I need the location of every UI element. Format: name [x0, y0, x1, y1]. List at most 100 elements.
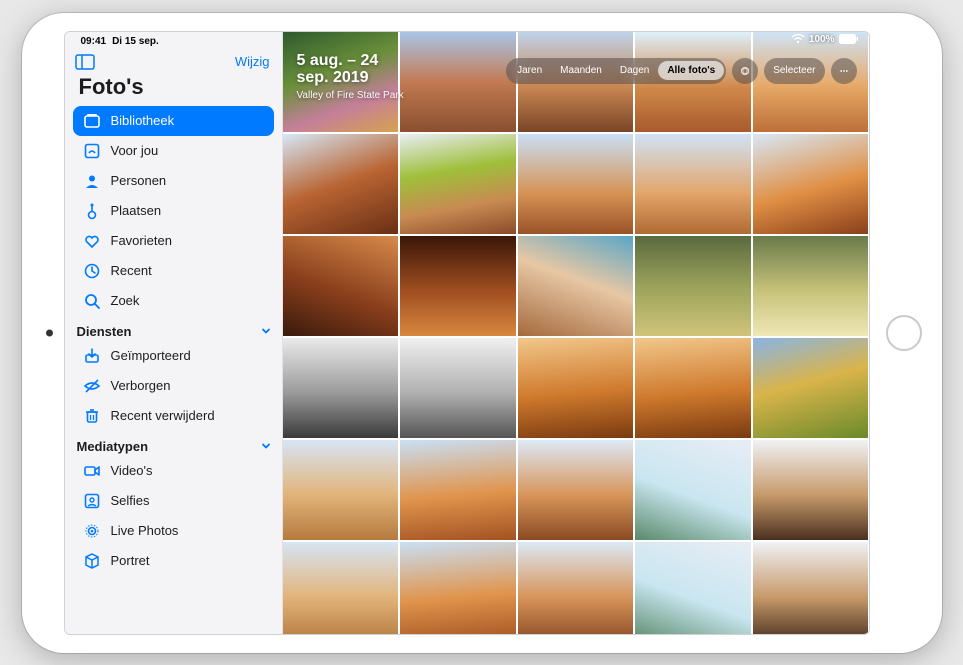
status-bar-left: 09:41 Di 15 sep.: [65, 32, 282, 50]
sidebar-item-recent-verwijderd[interactable]: Recent verwijderd: [73, 401, 274, 431]
photo-thumbnail[interactable]: [400, 338, 516, 438]
sidebar-toggle-icon: [75, 54, 95, 70]
toggle-sidebar-button[interactable]: [75, 54, 95, 70]
sidebar-item-zoek[interactable]: Zoek: [73, 286, 274, 316]
sidebar-item-favorieten[interactable]: Favorieten: [73, 226, 274, 256]
selfie-icon: [83, 492, 101, 510]
photo-thumbnail[interactable]: [753, 338, 869, 438]
heart-icon: [83, 232, 101, 250]
select-button[interactable]: Selecteer: [764, 58, 824, 84]
sidebar-item-geimporteerd[interactable]: Geïmporteerd: [73, 341, 274, 371]
sidebar-item-plaatsen[interactable]: Plaatsen: [73, 196, 274, 226]
sidebar-section-header[interactable]: Diensten: [65, 316, 282, 341]
sidebar-item-label: Voor jou: [111, 143, 159, 158]
photo-thumbnail[interactable]: [635, 236, 751, 336]
date-location-block[interactable]: 5 aug. – 24 sep. 2019 Valley of Fire Sta…: [297, 52, 407, 101]
view-segmented-control[interactable]: JarenMaandenDagenAlle foto's: [506, 58, 726, 84]
sidebar-item-label: Bibliotheek: [111, 113, 175, 128]
segment-maanden[interactable]: Maanden: [551, 61, 611, 80]
sidebar-section-list: Geïmporteerd Verborgen Recent verwijderd: [65, 341, 282, 431]
home-button[interactable]: [886, 315, 922, 351]
status-date: Di 15 sep.: [112, 36, 159, 47]
sidebar-item-live-photos[interactable]: Live Photos: [73, 516, 274, 546]
segment-alle-foto-s[interactable]: Alle foto's: [658, 61, 724, 80]
photo-thumbnail[interactable]: [518, 440, 634, 540]
battery-icon: [839, 34, 859, 44]
photo-thumbnail[interactable]: [753, 440, 869, 540]
aspect-icon: [741, 64, 749, 78]
chevron-down-icon: [260, 440, 272, 452]
sidebar-section-title: Mediatypen: [77, 439, 149, 454]
sidebar-section-title: Diensten: [77, 324, 132, 339]
photo-thumbnail[interactable]: [283, 236, 399, 336]
sidebar-item-personen[interactable]: Personen: [73, 166, 274, 196]
main-content: 100% 5 aug. – 24 sep. 2019 Valley of Fir…: [283, 32, 869, 634]
photo-thumbnail[interactable]: [400, 32, 516, 132]
sidebar-item-label: Selfies: [111, 493, 150, 508]
wifi-icon: [791, 34, 805, 44]
photo-thumbnail[interactable]: [753, 236, 869, 336]
status-bar-right: 100%: [791, 34, 859, 45]
location-label: Valley of Fire State Park: [297, 90, 407, 101]
photo-thumbnail[interactable]: [518, 542, 634, 635]
photo-thumbnail[interactable]: [753, 134, 869, 234]
sidebar-item-label: Personen: [111, 173, 167, 188]
sidebar: 09:41 Di 15 sep. Wijzig Foto's Bibliothe…: [65, 32, 283, 634]
screen: 09:41 Di 15 sep. Wijzig Foto's Bibliothe…: [64, 31, 870, 635]
people-icon: [83, 172, 101, 190]
sidebar-item-label: Verborgen: [111, 378, 171, 393]
photo-thumbnail[interactable]: [400, 236, 516, 336]
photo-thumbnail[interactable]: [400, 542, 516, 635]
photo-thumbnail[interactable]: [518, 338, 634, 438]
photo-grid[interactable]: [283, 32, 869, 635]
chevron-down-icon: [260, 325, 272, 337]
select-label: Selecteer: [773, 65, 815, 76]
sidebar-item-selfies[interactable]: Selfies: [73, 486, 274, 516]
sidebar-item-label: Recent: [111, 263, 152, 278]
sidebar-item-recent[interactable]: Recent: [73, 256, 274, 286]
sidebar-item-voor-jou[interactable]: Voor jou: [73, 136, 274, 166]
places-icon: [83, 202, 101, 220]
photo-thumbnail[interactable]: [283, 134, 399, 234]
sidebar-title: Foto's: [65, 72, 282, 106]
trash-icon: [83, 407, 101, 425]
photo-thumbnail[interactable]: [753, 542, 869, 635]
header-controls-row: JarenMaandenDagenAlle foto's Selecteer: [506, 58, 856, 84]
status-time: 09:41: [81, 36, 107, 47]
more-button[interactable]: [831, 58, 857, 84]
photo-thumbnail[interactable]: [400, 440, 516, 540]
photo-thumbnail[interactable]: [283, 542, 399, 635]
photo-thumbnail[interactable]: [635, 542, 751, 635]
front-camera-dot: [46, 329, 53, 336]
photo-thumbnail[interactable]: [283, 338, 399, 438]
photo-thumbnail[interactable]: [635, 134, 751, 234]
photo-thumbnail[interactable]: [283, 440, 399, 540]
sidebar-item-label: Geïmporteerd: [111, 348, 191, 363]
sidebar-item-bibliotheek[interactable]: Bibliotheek: [73, 106, 274, 136]
import-icon: [83, 347, 101, 365]
photo-thumbnail[interactable]: [635, 440, 751, 540]
sidebar-section-header[interactable]: Mediatypen: [65, 431, 282, 456]
sidebar-item-label: Favorieten: [111, 233, 172, 248]
sidebar-item-label: Live Photos: [111, 523, 179, 538]
clock-icon: [83, 262, 101, 280]
photo-thumbnail[interactable]: [400, 134, 516, 234]
ipad-device-frame: 09:41 Di 15 sep. Wijzig Foto's Bibliothe…: [22, 13, 942, 653]
hidden-icon: [83, 377, 101, 395]
video-icon: [83, 462, 101, 480]
sidebar-edit-button[interactable]: Wijzig: [235, 54, 270, 69]
sidebar-item-label: Video's: [111, 463, 153, 478]
aspect-toggle-button[interactable]: [732, 58, 758, 84]
sidebar-item-verborgen[interactable]: Verborgen: [73, 371, 274, 401]
sidebar-item-portret[interactable]: Portret: [73, 546, 274, 576]
segment-dagen[interactable]: Dagen: [611, 61, 658, 80]
sidebar-item-videos[interactable]: Video's: [73, 456, 274, 486]
ellipsis-icon: [840, 69, 848, 73]
cube-icon: [83, 552, 101, 570]
photo-thumbnail[interactable]: [635, 338, 751, 438]
segment-jaren[interactable]: Jaren: [508, 61, 551, 80]
photo-thumbnail[interactable]: [518, 236, 634, 336]
photo-thumbnail[interactable]: [518, 134, 634, 234]
battery-percent: 100%: [809, 34, 835, 45]
sidebar-item-label: Plaatsen: [111, 203, 162, 218]
